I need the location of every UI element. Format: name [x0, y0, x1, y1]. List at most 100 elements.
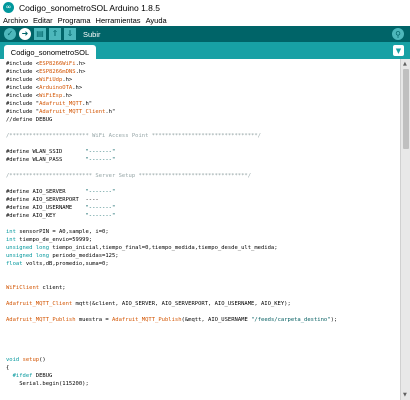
scroll-down-icon[interactable]: ▼ — [403, 392, 407, 398]
code-line: #ifdef DEBUG — [6, 372, 400, 380]
menu-item-herramientas[interactable]: Herramientas — [96, 16, 141, 25]
code-token: ); — [330, 317, 338, 323]
code-line: #define WLAN_PASS "-------" — [6, 156, 400, 164]
code-token: { — [6, 365, 10, 371]
save-icon[interactable]: ⇓ — [64, 28, 76, 40]
code-token: ESP8266mDNS — [39, 69, 76, 75]
code-token: "-------" — [85, 205, 116, 211]
code-token: /************************ WiFi Access Po… — [6, 133, 261, 139]
tab-codigo-sonometro[interactable]: Codigo_sonometroSOL — [4, 45, 96, 59]
code-token: client; — [39, 285, 66, 291]
code-line: #define AIO_SERVERPORT ---- — [6, 196, 400, 204]
code-line: Adafruit_MQTT_Publish muestra = Adafruit… — [6, 316, 400, 324]
code-token: #include < — [6, 85, 40, 91]
code-line: float volts,dB,promedio,suma=0; — [6, 260, 400, 268]
verify-icon[interactable]: ✓ — [4, 28, 16, 40]
menu-item-editar[interactable]: Editar — [33, 16, 53, 25]
tab-bar: Codigo_sonometroSOL ▼ — [0, 42, 410, 59]
code-token: tiempo_inicial,tiempo_final=0,tiempo_med… — [49, 245, 278, 251]
vertical-scrollbar[interactable]: ▲ ▼ — [400, 59, 410, 400]
code-token: ArduinoOTA — [39, 85, 73, 91]
magnifier-icon[interactable]: ⚲ — [392, 28, 404, 40]
code-token: mqtt(&client, AIO_SERVER, AIO_SERVERPORT… — [72, 301, 291, 307]
code-line: /************************* Server Setup … — [6, 172, 400, 180]
code-token: #include < — [6, 77, 40, 83]
code-token: #define AIO_KEY — [6, 213, 86, 219]
toolbar: ✓ ➜ ▤ ⇑ ⇓ Subir ⚲ — [0, 26, 410, 42]
chevron-down-icon[interactable]: ▼ — [393, 45, 404, 56]
code-line: #include <WiFiEsp.h> — [6, 92, 400, 100]
code-token: setup — [22, 357, 40, 363]
code-line: WiFiClient client; — [6, 284, 400, 292]
code-token: #include " — [6, 101, 40, 107]
code-token: sensorPIN = A0,sample, i=0; — [15, 229, 109, 235]
code-token: Serial.begin(115200); — [6, 381, 89, 387]
code-line: #include "Adafruit_MQTT.h" — [6, 100, 400, 108]
code-token: muestra = — [75, 317, 112, 323]
code-token: volts,dB,promedio,suma=0; — [22, 261, 109, 267]
code-line: #define AIO_USERNAME "-------" — [6, 204, 400, 212]
menu-item-programa[interactable]: Programa — [58, 16, 91, 25]
code-line: void setup() — [6, 356, 400, 364]
code-token: "/feeds/carpeta_destino" — [251, 317, 331, 323]
code-line: //define DEBUG — [6, 116, 400, 124]
upload-icon[interactable]: ➜ — [19, 28, 31, 40]
code-line: #define WLAN_SSID "-------" — [6, 148, 400, 156]
window-title: Codigo_sonometroSOL Arduino 1.8.5 — [19, 2, 160, 13]
code-line: int tiempo_de_envio=59999; — [6, 236, 400, 244]
code-token: .h> — [72, 85, 83, 91]
code-token: Adafruit_MQTT_Publish — [6, 317, 76, 323]
code-editor[interactable]: #include <ESP8266WiFi.h> #include <ESP826… — [0, 59, 400, 400]
code-token: DEBUG — [32, 373, 53, 379]
code-line: Serial.begin(115200); — [6, 380, 400, 388]
code-line: #include <ArduinoOTA.h> — [6, 84, 400, 92]
code-token: void — [6, 357, 20, 363]
menu-item-archivo[interactable]: Archivo — [3, 16, 28, 25]
new-icon[interactable]: ▤ — [34, 28, 46, 40]
code-token: #define AIO_SERVER — [6, 189, 86, 195]
code-token: int — [6, 237, 16, 243]
scroll-thumb[interactable] — [403, 69, 409, 149]
code-token: "-------" — [85, 189, 116, 195]
code-line: /************************ WiFi Access Po… — [6, 132, 400, 140]
code-token: #define AIO_SERVERPORT ---- — [6, 197, 99, 203]
code-token: int — [6, 229, 16, 235]
code-token: .h" — [82, 101, 93, 107]
code-token: #define WLAN_SSID — [6, 149, 86, 155]
code-token: Adafruit_MQTT — [39, 101, 83, 107]
code-token: Adafruit_MQTT_Client — [6, 301, 73, 307]
code-token: #include < — [6, 69, 40, 75]
code-line: int sensorPIN = A0,sample, i=0; — [6, 228, 400, 236]
code-token: "-------" — [85, 149, 116, 155]
code-token: float — [6, 261, 23, 267]
scroll-up-icon[interactable]: ▲ — [403, 61, 407, 67]
code-token: () — [39, 357, 46, 363]
code-token: WiFiClient — [6, 285, 40, 291]
code-token: #include " — [6, 109, 40, 115]
code-line: #include <WiFiUdp.h> — [6, 76, 400, 84]
code-token: //define DEBUG — [6, 117, 53, 123]
code-token: WiFiUdp — [39, 77, 63, 83]
code-token: periodo_medidas=125; — [49, 253, 119, 259]
arduino-logo-icon: ∞ — [3, 2, 14, 13]
code-token: ESP8266WiFi — [39, 61, 76, 67]
code-token: .h> — [62, 93, 73, 99]
code-token: (&mqtt, AIO_USERNAME — [181, 317, 252, 323]
code-token: Adafruit_MQTT_Publish — [111, 317, 182, 323]
menu-item-ayuda[interactable]: Ayuda — [146, 16, 167, 25]
code-token: unsigned long — [6, 253, 50, 259]
code-token: "-------" — [85, 213, 116, 219]
code-token: .h> — [75, 69, 86, 75]
code-token: #ifdef — [6, 373, 33, 379]
code-line: #include <ESP8266WiFi.h> — [6, 60, 400, 68]
open-icon[interactable]: ⇑ — [49, 28, 61, 40]
